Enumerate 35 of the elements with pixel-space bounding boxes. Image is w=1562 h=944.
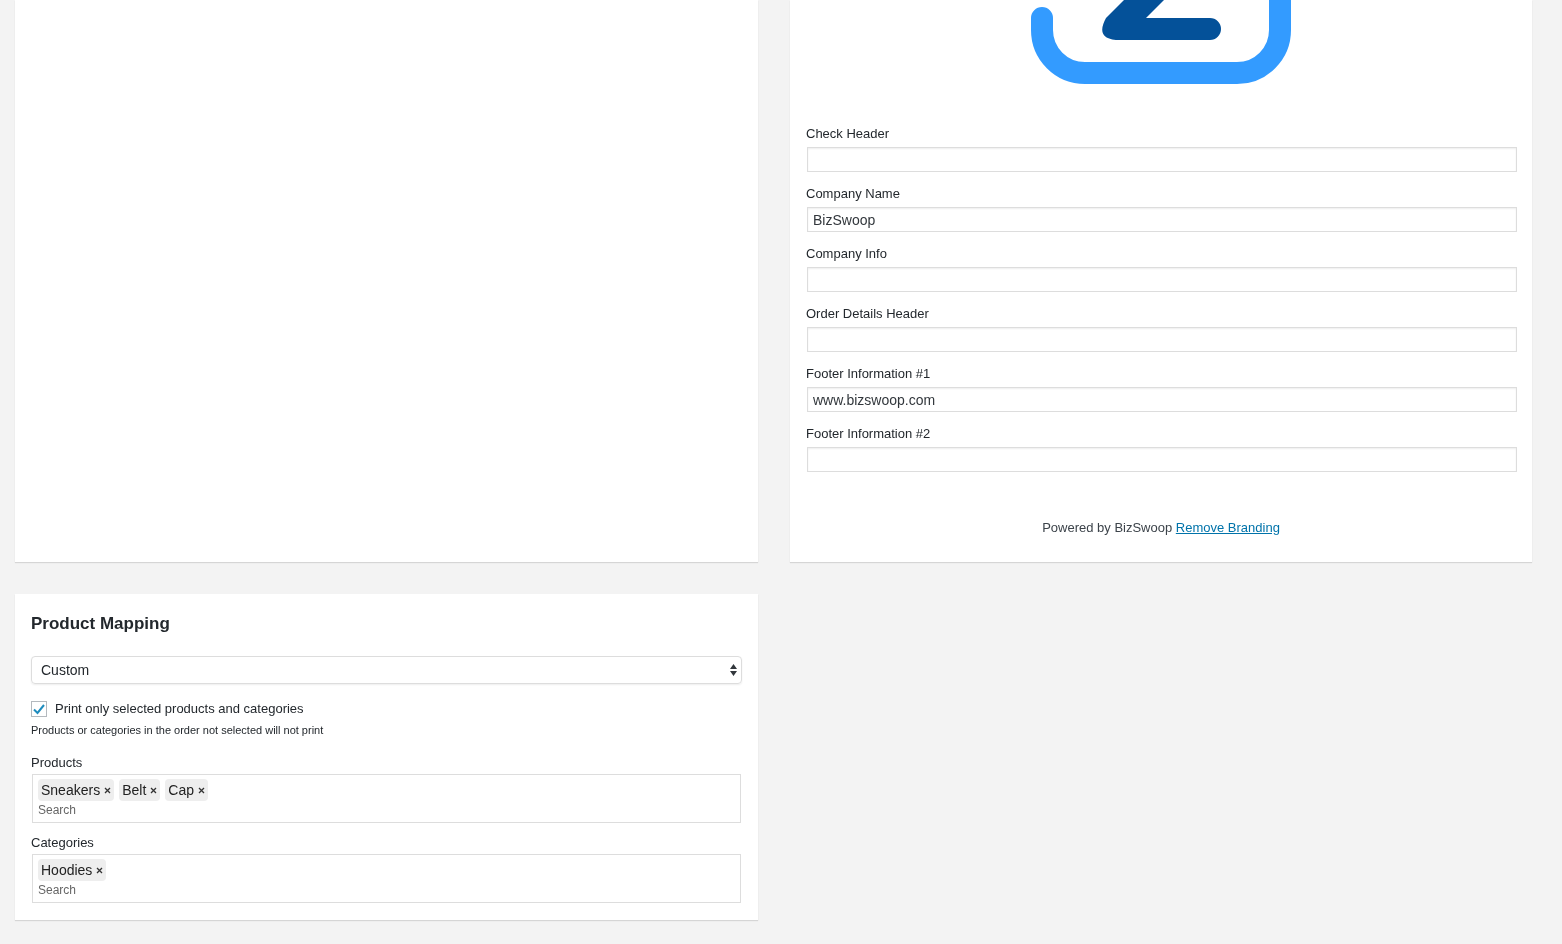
text-field[interactable]: [807, 267, 1517, 292]
search-field[interactable]: Search: [38, 881, 238, 899]
tag-select-field[interactable]: Hoodies Search: [32, 854, 741, 903]
checkbox[interactable]: [31, 701, 47, 717]
field-label: Check Header: [806, 125, 891, 143]
text-field[interactable]: [807, 147, 1517, 172]
help-text: Products or categories in the order not selected will not print: [31, 723, 325, 738]
remove-icon[interactable]: [104, 786, 112, 794]
tag-chip[interactable]: Hoodies: [38, 859, 107, 881]
text-field[interactable]: [807, 447, 1517, 472]
remove-icon[interactable]: [197, 786, 205, 794]
mapping-select[interactable]: Custom: [31, 656, 742, 684]
remove-branding-link[interactable]: Remove Branding: [1175, 520, 1280, 535]
field-label: Products: [31, 754, 84, 772]
tag-chip[interactable]: Sneakers: [38, 779, 115, 801]
tag-chip[interactable]: Belt: [119, 779, 161, 801]
select-arrows-icon: [730, 664, 737, 676]
text-field[interactable]: www.bizswoop.com: [807, 387, 1517, 412]
field-label: Footer Information #1: [806, 365, 932, 383]
branding-text: Powered by BizSwoop Remove Branding: [1041, 519, 1281, 537]
text-field[interactable]: BizSwoop: [807, 207, 1517, 232]
tag-chip[interactable]: Cap: [165, 779, 208, 801]
field-label: Order Details Header: [806, 305, 930, 323]
checkmark-icon: [33, 703, 45, 715]
remove-icon[interactable]: [96, 866, 104, 874]
field-label: Footer Information #2: [806, 425, 932, 443]
tag-select-field[interactable]: Sneakers Belt Cap Search: [32, 774, 741, 823]
text-field[interactable]: [807, 327, 1517, 352]
field-label: Company Info: [806, 245, 888, 263]
remove-icon[interactable]: [150, 786, 158, 794]
field-label: Categories: [31, 834, 95, 852]
panel-title: Product Mapping: [31, 613, 171, 635]
checkbox-label: Print only selected products and categories: [55, 700, 304, 718]
field-label: Company Name: [806, 185, 901, 203]
search-field[interactable]: Search: [38, 801, 238, 819]
